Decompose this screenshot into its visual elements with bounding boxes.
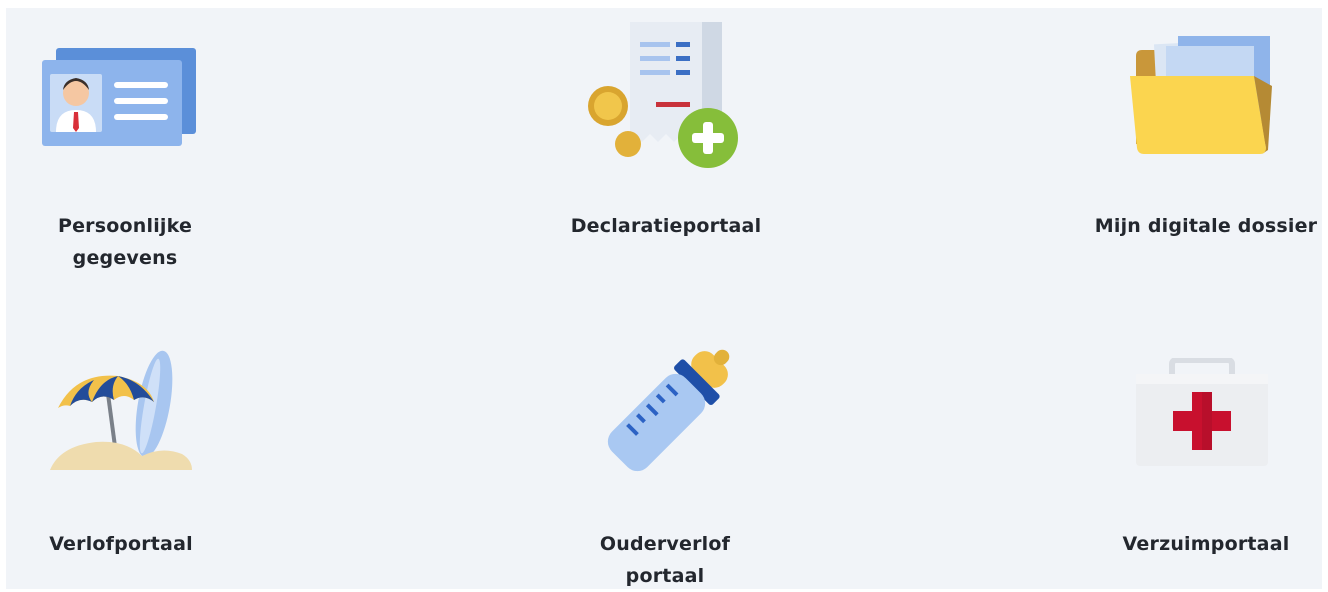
portal-grid: Persoonlijke gegevens Declaratieportaal … [6, 8, 1322, 589]
tile-persoonlijke-gegevens[interactable]: Persoonlijke gegevens [6, 8, 246, 298]
first-aid-kit-icon [1132, 358, 1272, 470]
tile-verzuimportaal[interactable]: Verzuimportaal [1086, 328, 1326, 588]
tile-label: Declaratieportaal [570, 215, 762, 237]
receipt-add-icon [584, 20, 740, 172]
tile-mijn-digitale-dossier[interactable]: Mijn digitale dossier [1086, 8, 1326, 298]
tile-label: Verzuimportaal [1122, 533, 1290, 555]
tile-label: Ouderverlof portaal [599, 533, 731, 587]
baby-bottle-icon [590, 344, 740, 484]
tile-label: Persoonlijke gegevens [57, 215, 193, 269]
tile-ouderverlof-portaal[interactable]: Ouderverlof portaal [546, 328, 786, 588]
tile-label: Verlofportaal [49, 533, 193, 555]
tile-declaratieportaal[interactable]: Declaratieportaal [546, 8, 786, 298]
beach-umbrella-icon [46, 350, 196, 472]
tile-label: Mijn digitale dossier [1094, 215, 1318, 237]
tile-verlofportaal[interactable]: Verlofportaal [6, 328, 246, 588]
id-card-icon [42, 48, 198, 148]
folder-icon [1126, 36, 1276, 158]
